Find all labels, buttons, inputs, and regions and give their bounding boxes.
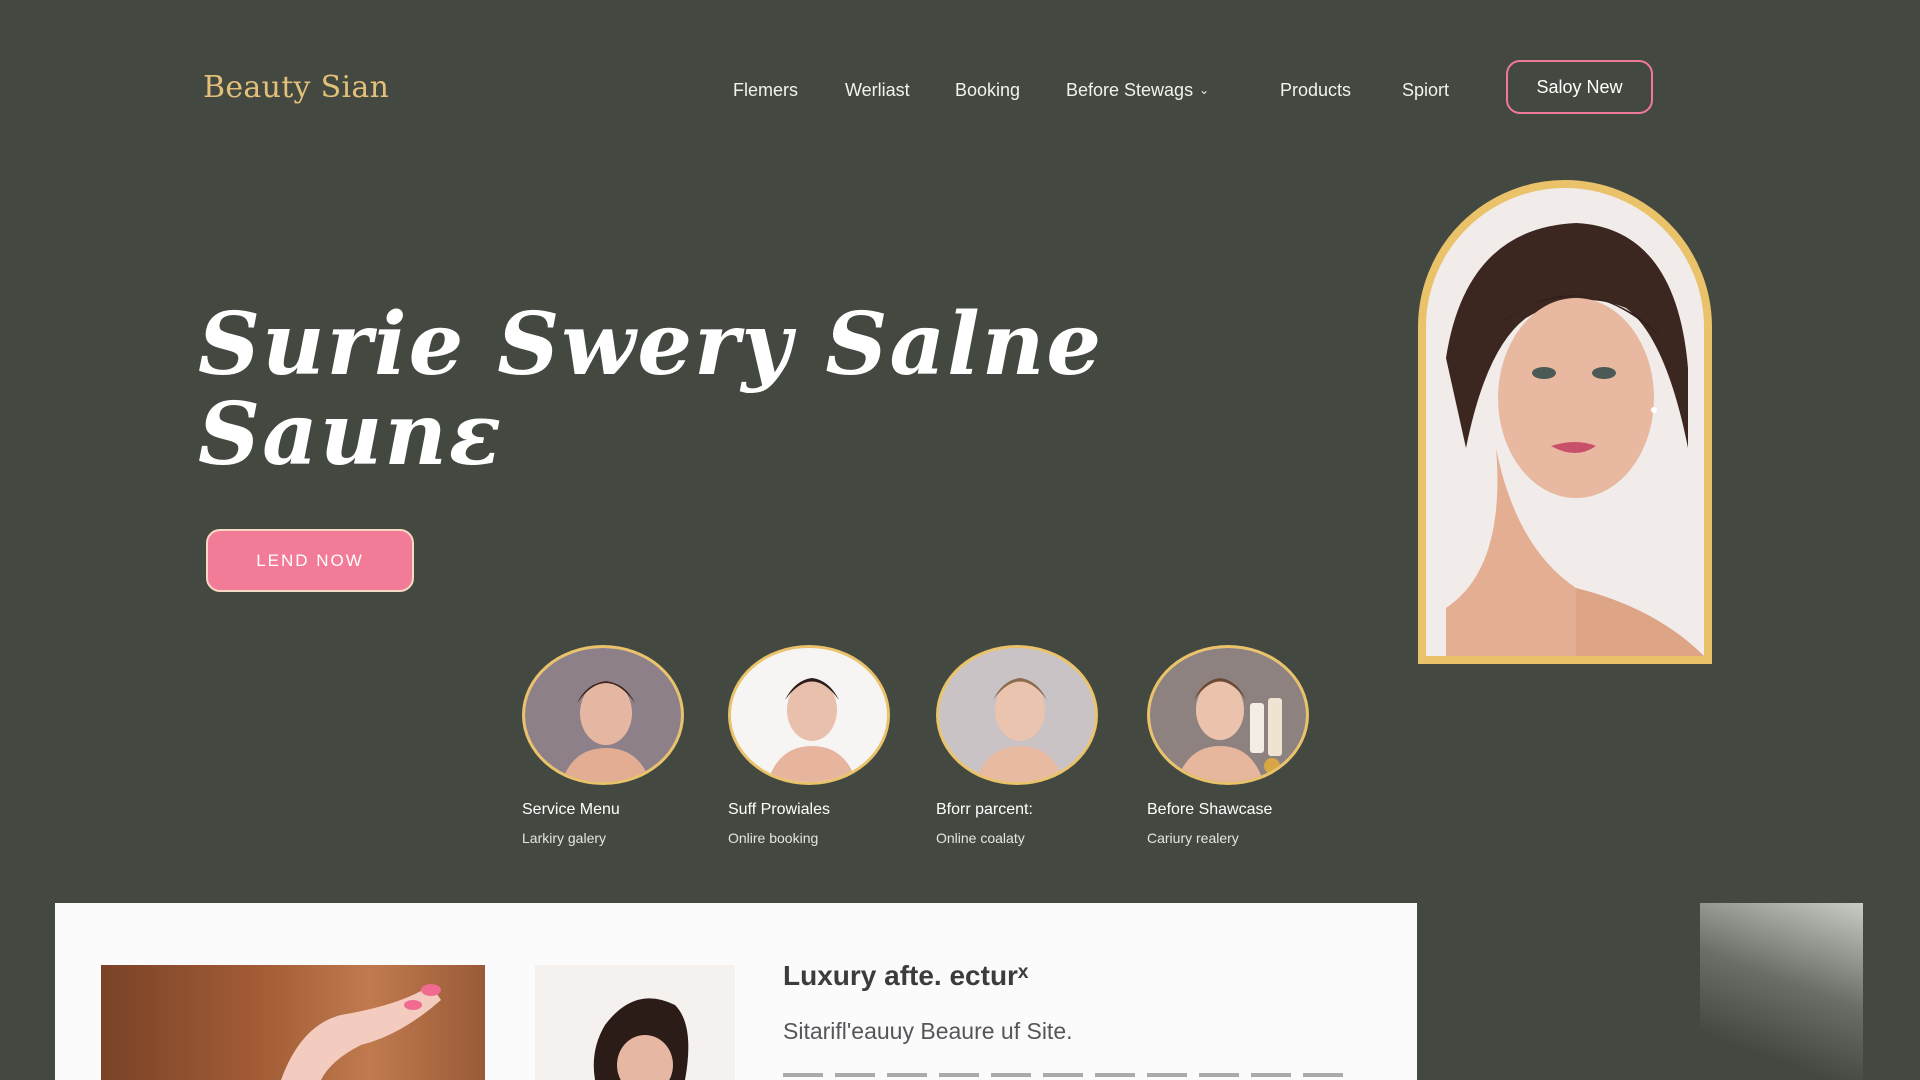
nav-before-stewags[interactable]: Before Stewags ⌄ (1066, 80, 1209, 101)
before-showcase-subtitle: Cariury realery (1147, 830, 1239, 846)
nav-before-stewags-label: Before Stewags (1066, 80, 1194, 100)
bforr-parcent-photo (939, 648, 1095, 782)
hero-title-line1: Surie Swery Salne (198, 294, 1104, 395)
bforr-parcent-card[interactable]: Bforr parcent: Online coalaty (936, 645, 1136, 846)
hero-portrait-image (1426, 188, 1704, 656)
feature-subheading: Sitarifl'eauuy Beaure uf Site. (783, 1018, 1073, 1044)
before-showcase-card[interactable]: Before Shawcase Cariury realery (1147, 645, 1347, 846)
hero-title-line2: Saunε (198, 384, 504, 485)
hero-portrait-frame (1418, 180, 1712, 664)
nav-werliast[interactable]: Werliast (845, 80, 910, 101)
suff-prowiales-photo (731, 648, 887, 782)
side-panel-edge (1700, 903, 1863, 1080)
feature-body-text (783, 1073, 1353, 1077)
service-menu-photo (525, 648, 681, 782)
saloy-new-button[interactable]: Saloy New (1506, 60, 1653, 114)
before-showcase-title: Before Shawcase (1147, 801, 1273, 818)
service-menu-title: Service Menu (522, 801, 620, 818)
suff-prowiales-subtitle: Onlire booking (728, 830, 819, 846)
hair-styling-photo (593, 998, 689, 1080)
hair-styling-image (535, 965, 735, 1080)
bforr-parcent-title: Bforr parcent: (936, 801, 1033, 818)
nav-flemers[interactable]: Flemers (733, 80, 798, 101)
nail-care-image (101, 965, 485, 1080)
nav-spiort[interactable]: Spiort (1402, 80, 1449, 101)
nav-booking[interactable]: Booking (955, 80, 1020, 101)
service-menu-subtitle: Larkiry galery (522, 830, 607, 846)
suff-prowiales-card[interactable]: Suff Prowiales Onlire booking (728, 645, 928, 846)
bforr-parcent-subtitle: Online coalaty (936, 830, 1025, 846)
suff-prowiales-image[interactable] (728, 645, 890, 785)
feature-section: Luxury afte. ecturˣ Sitarifl'eauuy Beaur… (55, 903, 1417, 1080)
suff-prowiales-title: Suff Prowiales (728, 801, 830, 818)
feature-heading: Luxury afte. ecturˣ (783, 960, 1029, 991)
service-menu-image[interactable] (522, 645, 684, 785)
before-showcase-image[interactable] (1147, 645, 1309, 785)
before-showcase-photo (1150, 648, 1306, 782)
bforr-parcent-image[interactable] (936, 645, 1098, 785)
chevron-down-icon: ⌄ (1199, 83, 1210, 97)
hero-title: Surie Swery Salne Saunε (198, 294, 1104, 485)
nav-products[interactable]: Products (1280, 80, 1351, 101)
service-menu-card[interactable]: Service Menu Larkiry galery (522, 645, 722, 846)
nail-care-photo (281, 984, 441, 1080)
lend-now-button[interactable]: LEND NOW (206, 529, 414, 592)
